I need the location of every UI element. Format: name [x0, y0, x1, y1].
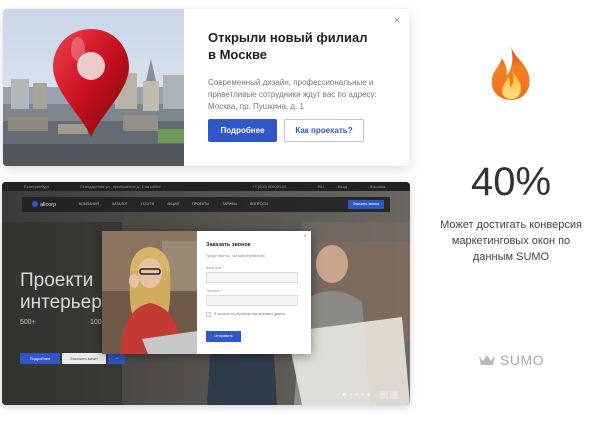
name-label: Ваше имя *	[206, 266, 224, 270]
moscow-photo	[3, 9, 184, 166]
submit-button[interactable]: Отправить	[206, 331, 241, 342]
nav-item[interactable]: Проекты	[192, 202, 209, 206]
nav-item[interactable]: Тарифы	[222, 202, 237, 206]
topbar-city[interactable]: Екатеринбург	[24, 184, 49, 189]
details-button[interactable]: Подробнее	[208, 119, 277, 142]
branch-popup: Открыли новый филиал в Москве Современны…	[3, 9, 410, 166]
site-order-button[interactable]: Заказать визит	[62, 353, 106, 364]
site-callback-button[interactable]: Заказать звонок	[348, 200, 384, 209]
phone-input[interactable]	[206, 295, 298, 306]
crown-icon	[479, 355, 495, 365]
modal-subtitle: Представьтесь, мы вам перезвоним.	[206, 254, 266, 258]
sumo-logo: SUMO	[478, 352, 544, 368]
site-details-button[interactable]: Подробнее	[20, 353, 60, 364]
consent-checkbox[interactable]	[206, 312, 211, 317]
logo-text: allcorp	[40, 202, 57, 208]
slider-dot[interactable]	[355, 393, 358, 396]
popup-description: Современный дизайн, профессиональные и п…	[208, 78, 377, 111]
nav-item[interactable]: Вопросы	[250, 202, 268, 206]
headline-line-1: Проекти	[20, 270, 94, 291]
directions-button[interactable]: Как проехать?	[284, 119, 364, 142]
nav-item[interactable]: Компания	[79, 202, 99, 206]
website-preview: Екатеринбург Стандартная ул., приложение…	[2, 182, 410, 405]
site-arrow-button[interactable]: →	[108, 353, 125, 364]
site-stat-1: 500+	[20, 319, 36, 326]
topbar-login[interactable]: Вход	[338, 184, 347, 189]
site-stat-2: 100	[90, 319, 102, 326]
popup-title: Открыли новый филиал в Москве	[208, 30, 368, 62]
topbar-phone[interactable]: +7 (000) 000-00-00	[252, 184, 286, 189]
slider-dot[interactable]	[343, 393, 346, 396]
sumo-wordmark: SUMO	[500, 352, 544, 368]
nav-item[interactable]: Каталог	[112, 202, 127, 206]
logo-icon	[32, 201, 38, 207]
site-topbar: Екатеринбург Стандартная ул., приложение…	[2, 182, 410, 191]
topbar-cart[interactable]: Корзина	[370, 184, 385, 189]
nav-item[interactable]: Услуги	[141, 202, 155, 206]
phone-label: Телефон *	[206, 289, 222, 293]
callback-modal: Заказать звонок Представьтесь, мы вам пе…	[102, 231, 311, 354]
consent-label: Я согласен на обработку персональных дан…	[214, 312, 286, 316]
slider-dot[interactable]	[349, 393, 352, 396]
site-nav: allcorp Компания Каталог Услуги Акции Пр…	[22, 197, 390, 212]
topbar-lang[interactable]: RU	[318, 184, 324, 189]
slider-prev-icon[interactable]: ‹	[380, 391, 388, 399]
nav-item[interactable]: Акции	[167, 202, 179, 206]
site-logo[interactable]: allcorp	[32, 201, 56, 208]
slider-dots	[343, 393, 370, 396]
popup-actions: Подробнее Как проехать?	[208, 119, 364, 142]
callback-form: Заказать звонок Представьтесь, мы вам пе…	[206, 231, 311, 354]
slider-dot[interactable]	[367, 393, 370, 396]
modal-photo	[102, 231, 197, 354]
headline-line-2: интерьер	[20, 292, 102, 313]
topbar-address: Стандартная ул., приложение д. 1 на сайт…	[80, 184, 161, 189]
site-headline: Проекти интерьер	[20, 270, 102, 314]
slider-dot[interactable]	[361, 393, 364, 396]
modal-close-icon[interactable]: ×	[303, 234, 307, 240]
name-input[interactable]	[206, 272, 298, 283]
popup-content: Открыли новый филиал в Москве Современны…	[184, 9, 410, 166]
modal-title: Заказать звонок	[206, 242, 251, 248]
fire-icon	[491, 46, 530, 100]
conversion-description: Может достигать конверсия маркетинговых …	[440, 219, 582, 263]
site-nav-links: Компания Каталог Услуги Акции Проекты Та…	[79, 202, 268, 206]
conversion-percent: 40%	[470, 160, 552, 204]
close-icon[interactable]: ×	[391, 14, 403, 26]
slider-next-icon[interactable]: ›	[390, 391, 398, 399]
